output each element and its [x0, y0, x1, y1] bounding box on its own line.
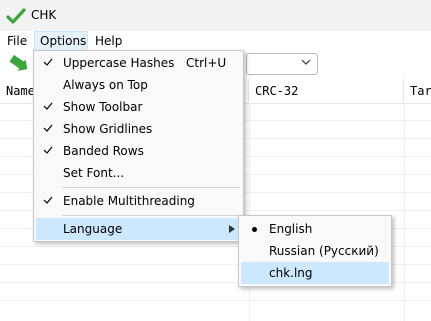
checkmark-app-icon	[6, 8, 26, 24]
open-arrow-icon[interactable]	[7, 55, 29, 75]
column-crc32[interactable]: CRC-32	[249, 79, 404, 103]
selected-bullet-icon	[252, 227, 257, 232]
menu-item-show-toolbar[interactable]: Show Toolbar	[36, 96, 241, 118]
check-icon	[43, 146, 53, 154]
grid-vline	[404, 103, 405, 321]
check-icon	[43, 102, 53, 110]
window-title: CHK	[31, 8, 57, 22]
check-icon	[43, 58, 53, 66]
check-icon	[43, 196, 53, 204]
menu-item-enable-multithreading[interactable]: Enable Multithreading	[36, 190, 241, 212]
menu-file[interactable]: File	[2, 31, 32, 51]
grid-vline	[249, 103, 250, 321]
title-bar: CHK	[0, 0, 431, 31]
menu-separator	[62, 215, 240, 216]
menu-separator	[62, 187, 240, 188]
menu-help[interactable]: Help	[90, 31, 127, 51]
submenu-arrow-icon	[229, 225, 235, 233]
hash-type-combo[interactable]	[246, 53, 318, 75]
chevron-down-icon	[301, 59, 311, 65]
check-icon	[43, 124, 53, 132]
menu-bar: File Options Help	[0, 31, 431, 51]
menu-item-language[interactable]: Language	[36, 218, 241, 240]
menu-options[interactable]: Options	[34, 31, 88, 51]
options-menu: Uppercase Hashes Ctrl+U Always on Top Sh…	[33, 50, 244, 242]
menu-item-always-on-top[interactable]: Always on Top	[36, 74, 241, 96]
menu-item-uppercase-hashes[interactable]: Uppercase Hashes Ctrl+U	[36, 52, 241, 74]
language-submenu: English Russian (Русский) chk.lng	[238, 215, 392, 287]
menu-item-language-chk-lng[interactable]: chk.lng	[241, 262, 389, 284]
menu-item-show-gridlines[interactable]: Show Gridlines	[36, 118, 241, 140]
menu-item-banded-rows[interactable]: Banded Rows	[36, 140, 241, 162]
column-target[interactable]: Tar	[404, 79, 431, 103]
menu-item-language-english[interactable]: English	[241, 218, 389, 240]
menu-item-set-font[interactable]: Set Font...	[36, 162, 241, 184]
menu-item-language-russian[interactable]: Russian (Русский)	[241, 240, 389, 262]
